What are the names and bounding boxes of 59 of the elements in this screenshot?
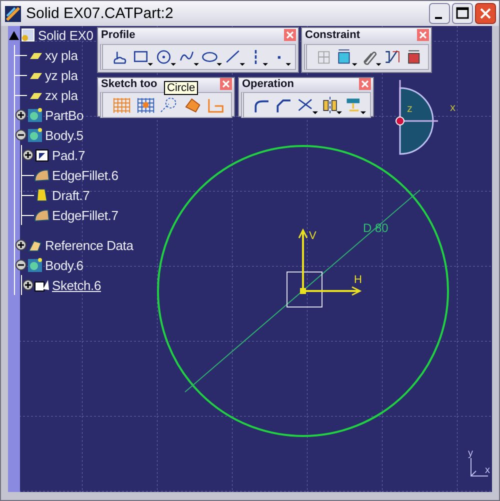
tree-label: Pad.7: [52, 148, 85, 162]
tree-label: EdgeFillet.7: [52, 208, 118, 222]
close-button[interactable]: [475, 3, 496, 24]
minimize-button[interactable]: [429, 3, 450, 24]
close-icon[interactable]: [359, 78, 371, 90]
horizontal-axis: [303, 286, 362, 296]
tree-item[interactable]: EdgeFillet.7: [22, 205, 118, 225]
close-icon[interactable]: [417, 29, 429, 41]
tree-item[interactable]: zx pla: [15, 85, 78, 105]
tree-label: PartBo: [45, 108, 84, 122]
origin-square: [286, 272, 322, 308]
toolbar-title: Constraint: [305, 29, 360, 41]
compass-label: x: [450, 102, 456, 114]
tree-item[interactable]: Draft.7: [22, 185, 90, 205]
vertical-axis: [298, 228, 308, 291]
tree-label: EdgeFillet.6: [52, 168, 118, 182]
close-icon[interactable]: [284, 29, 296, 41]
tree-label: Solid EX0: [38, 28, 94, 42]
dimension-label: D 80: [363, 221, 388, 235]
tree-item[interactable]: Pad.7: [22, 145, 85, 165]
tree-item[interactable]: Sketch.6: [22, 275, 101, 295]
draft-icon: [34, 187, 50, 203]
tree-item[interactable]: Body.5: [15, 125, 84, 145]
collapse-icon[interactable]: [8, 29, 20, 41]
corner-axis-drawing: [470, 458, 488, 476]
toolbar-title: Profile: [101, 29, 136, 41]
tree-label: Body.6: [45, 258, 84, 272]
axis-label: H: [354, 274, 362, 286]
tooltip: Circle: [164, 81, 198, 95]
part-icon: [20, 27, 36, 43]
tree-label: xy pla: [45, 48, 78, 62]
toolbar-title: Operation: [242, 78, 294, 90]
tree-item[interactable]: yz pla: [15, 65, 78, 85]
close-icon[interactable]: [220, 78, 232, 90]
tree-item[interactable]: PartBo: [15, 105, 84, 125]
origin-point: [300, 288, 306, 294]
tree-item[interactable]: EdgeFillet.6: [22, 165, 118, 185]
toolbar-title: Sketch too: [101, 78, 158, 90]
tree-label: yz pla: [45, 68, 78, 82]
app-icon: [5, 6, 21, 22]
window-title: Solid EX07.CATPart:2: [26, 5, 174, 22]
tree-item[interactable]: Solid EX0: [8, 26, 94, 45]
body-icon: [27, 127, 43, 143]
compass-label: z: [407, 103, 412, 115]
corner-axis-label: y: [468, 448, 473, 459]
pad-icon: [34, 147, 50, 163]
tree-label: Draft.7: [52, 188, 90, 202]
tree-label: Sketch.6: [52, 278, 101, 292]
tree-label: Body.5: [45, 128, 84, 142]
tree-item[interactable]: xy pla: [15, 45, 78, 65]
body-icon: [27, 107, 43, 123]
corner-axis-label: x: [485, 465, 490, 476]
body-icon: [27, 257, 43, 273]
tree-label: Reference Data: [45, 238, 134, 252]
axis-label: V: [309, 230, 316, 242]
tree-item[interactable]: Reference Data: [15, 235, 134, 255]
tree-label: zx pla: [45, 88, 78, 102]
tree-item[interactable]: Body.6: [15, 255, 84, 275]
maximize-button[interactable]: [452, 3, 473, 24]
